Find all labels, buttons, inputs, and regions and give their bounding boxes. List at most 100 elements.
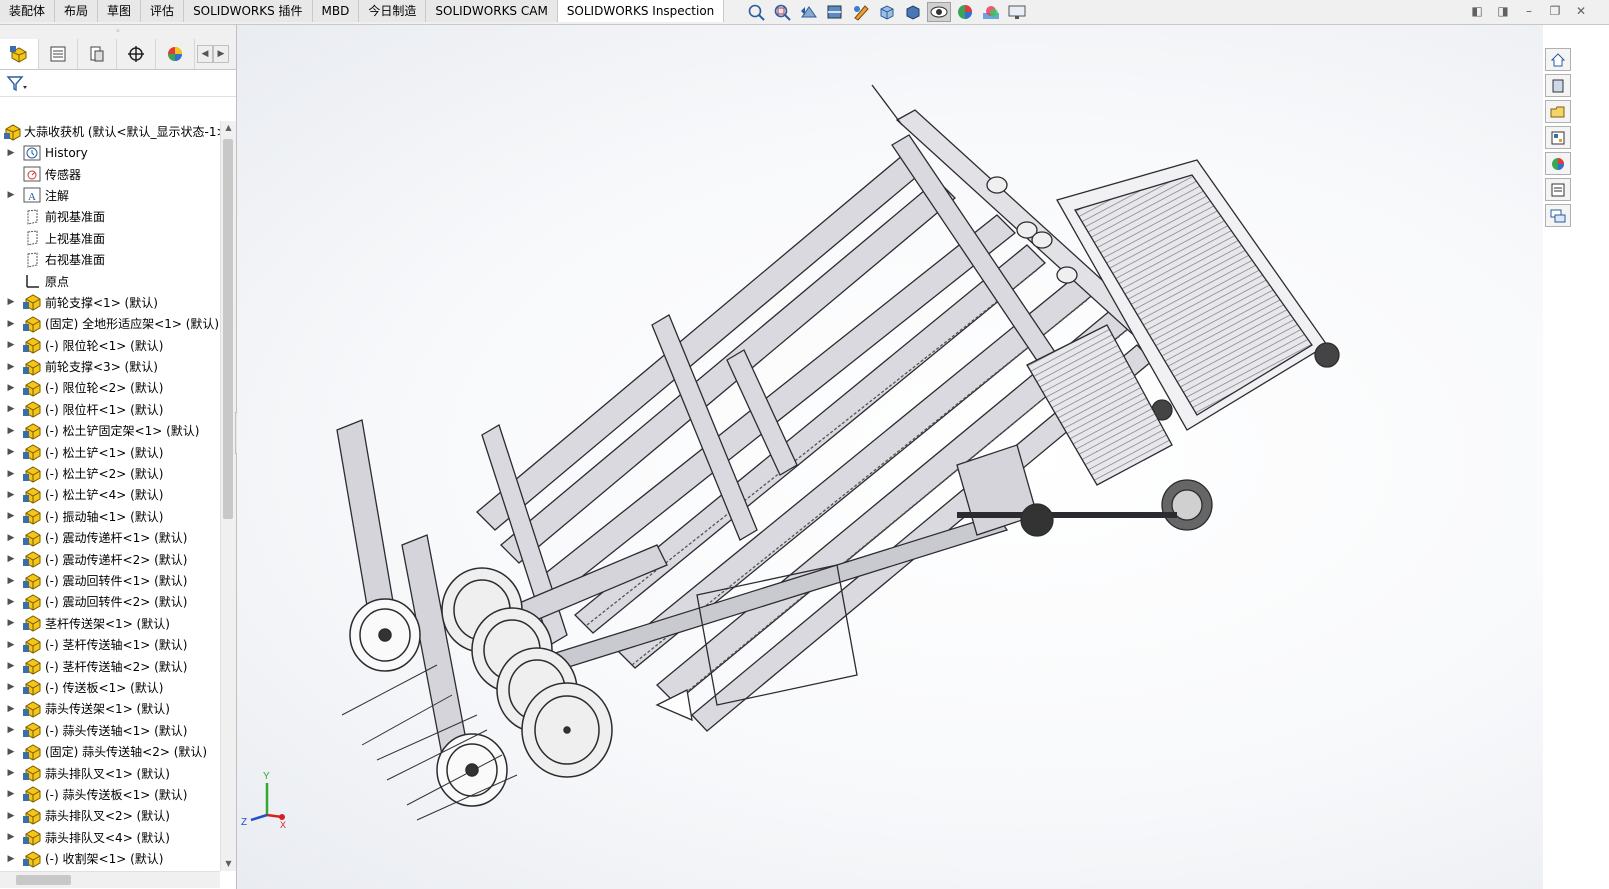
tree-vertical-scrollbar[interactable]: ▲ ▼ — [220, 121, 236, 871]
panel-grip-icon[interactable]: ◦ — [0, 25, 236, 39]
tree-item[interactable]: ▶ (-) 松土铲固定架<1> (默认) — [0, 420, 220, 441]
apply-scene-icon[interactable] — [979, 2, 1003, 22]
expand-arrow-icon[interactable]: ▶ — [4, 704, 18, 714]
dynamic-annotation-icon[interactable] — [849, 2, 873, 22]
expand-arrow-icon[interactable]: ▶ — [4, 618, 18, 628]
tree-item[interactable]: ▶ 前轮支撑<3> (默认) — [0, 356, 220, 377]
home-icon[interactable] — [1545, 48, 1571, 71]
graphics-area[interactable]: Y Z X — [237, 25, 1543, 889]
expand-arrow-icon[interactable]: ▶ — [4, 340, 18, 350]
restore-icon[interactable]: ❐ — [1547, 3, 1563, 19]
hscroll-thumb[interactable] — [16, 875, 71, 885]
tree-root-assembly[interactable]: 大蒜收获机 (默认<默认_显示状态-1>) — [0, 121, 220, 142]
tree-item[interactable]: 传感器 — [0, 163, 220, 184]
expand-arrow-icon[interactable]: ▶ — [4, 319, 18, 329]
tree-item[interactable]: ▶ 蒜头传送架<1> (默认) — [0, 698, 220, 719]
tree-horizontal-scrollbar[interactable] — [0, 871, 220, 888]
property-manager-tab-icon[interactable] — [39, 39, 78, 69]
tree-item[interactable]: ▶ (-) 震动回转件<2> (默认) — [0, 591, 220, 612]
close-icon[interactable]: ✕ — [1573, 3, 1589, 19]
expand-arrow-icon[interactable]: ▶ — [4, 426, 18, 436]
expand-arrow-icon[interactable]: ▶ — [4, 533, 18, 543]
tree-item[interactable]: ▶ 蒜头排队叉<2> (默认) — [0, 805, 220, 826]
tab-sketch[interactable]: 草图 — [98, 0, 142, 22]
design-library-icon[interactable] — [1545, 74, 1571, 97]
expand-arrow-icon[interactable]: ▶ — [4, 811, 18, 821]
tree-item[interactable]: ▶ (-) 蒜头传送轴<1> (默认) — [0, 720, 220, 741]
tree-item[interactable]: 上视基准面 — [0, 228, 220, 249]
scroll-right-icon[interactable]: ▶ — [213, 45, 229, 63]
appearances-icon[interactable] — [1545, 152, 1571, 175]
tree-item[interactable]: ▶ (-) 震动传递杆<2> (默认) — [0, 548, 220, 569]
tree-filter[interactable] — [0, 70, 236, 97]
tree-item[interactable]: ▶ (-) 震动回转件<1> (默认) — [0, 570, 220, 591]
scroll-up-icon[interactable]: ▲ — [221, 121, 236, 135]
expand-arrow-icon[interactable]: ▶ — [4, 148, 18, 158]
expand-arrow-icon[interactable]: ▶ — [4, 383, 18, 393]
tree-item[interactable]: ▶ 蒜头排队叉<1> (默认) — [0, 762, 220, 783]
expand-arrow-icon[interactable]: ▶ — [4, 297, 18, 307]
tile-left-icon[interactable]: ◧ — [1469, 3, 1485, 19]
expand-arrow-icon[interactable]: ▶ — [4, 789, 18, 799]
display-manager-tab-icon[interactable] — [156, 39, 195, 69]
tree-item[interactable]: ▶ (-) 限位轮<1> (默认) — [0, 335, 220, 356]
zoom-to-area-icon[interactable] — [771, 2, 795, 22]
tree-item[interactable]: ▶ (-) 茎杆传送轴<1> (默认) — [0, 634, 220, 655]
tree-item[interactable]: ▶ (-) 震动传递杆<1> (默认) — [0, 527, 220, 548]
tree-item[interactable]: ▶ (-) 限位轮<2> (默认) — [0, 377, 220, 398]
previous-view-icon[interactable] — [797, 2, 821, 22]
tree-item[interactable]: ▶ (固定) 全地形适应架<1> (默认) — [0, 313, 220, 334]
tab-cam[interactable]: SOLIDWORKS CAM — [426, 0, 558, 22]
expand-arrow-icon[interactable]: ▶ — [4, 511, 18, 521]
forum-icon[interactable] — [1545, 204, 1571, 227]
expand-arrow-icon[interactable]: ▶ — [4, 404, 18, 414]
expand-arrow-icon[interactable]: ▶ — [4, 682, 18, 692]
expand-arrow-icon[interactable]: ▶ — [4, 190, 18, 200]
tree-item[interactable]: ▶ History — [0, 142, 220, 163]
tree-item[interactable]: ▶ (-) 松土铲<1> (默认) — [0, 441, 220, 462]
expand-arrow-icon[interactable]: ▶ — [4, 490, 18, 500]
tree-item[interactable]: ▶ (-) 限位杆<1> (默认) — [0, 399, 220, 420]
tab-addins[interactable]: SOLIDWORKS 插件 — [184, 0, 313, 22]
tree-item[interactable]: ▶ 蒜头排队叉<4> (默认) — [0, 827, 220, 848]
filter-icon[interactable] — [6, 74, 28, 92]
expand-arrow-icon[interactable]: ▶ — [4, 640, 18, 650]
tree-item[interactable]: 原点 — [0, 270, 220, 291]
expand-arrow-icon[interactable]: ▶ — [4, 747, 18, 757]
tile-right-icon[interactable]: ◨ — [1495, 3, 1511, 19]
scroll-left-icon[interactable]: ◀ — [197, 45, 213, 63]
expand-arrow-icon[interactable]: ▶ — [4, 854, 18, 864]
tree-item[interactable]: ▶ (-) 振动轴<1> (默认) — [0, 506, 220, 527]
feature-manager-tab-icon[interactable] — [0, 39, 39, 69]
expand-arrow-icon[interactable]: ▶ — [4, 768, 18, 778]
dimxpert-tab-icon[interactable] — [117, 39, 156, 69]
edit-appearance-icon[interactable] — [953, 2, 977, 22]
tree-item[interactable]: ▶ (-) 松土铲<2> (默认) — [0, 463, 220, 484]
tree-item[interactable]: ▶ (-) 传送板<1> (默认) — [0, 677, 220, 698]
scroll-down-icon[interactable]: ▼ — [221, 857, 236, 871]
tree-item[interactable]: ▶ (-) 收割架<1> (默认) — [0, 848, 220, 869]
tab-evaluate[interactable]: 评估 — [141, 0, 185, 22]
tab-assembly[interactable]: 装配体 — [0, 0, 56, 22]
view-settings-icon[interactable] — [1005, 2, 1029, 22]
view-orientation-icon[interactable] — [875, 2, 899, 22]
display-style-icon[interactable] — [901, 2, 925, 22]
expand-arrow-icon[interactable]: ▶ — [4, 576, 18, 586]
hide-show-items-icon[interactable] — [927, 2, 951, 22]
configuration-manager-tab-icon[interactable] — [78, 39, 117, 69]
expand-arrow-icon[interactable]: ▶ — [4, 554, 18, 564]
expand-arrow-icon[interactable]: ▶ — [4, 447, 18, 457]
tree-item[interactable]: ▶ (-) 松土铲<4> (默认) — [0, 484, 220, 505]
tree-item[interactable]: ▶ A 注解 — [0, 185, 220, 206]
file-explorer-icon[interactable] — [1545, 100, 1571, 123]
expand-arrow-icon[interactable]: ▶ — [4, 725, 18, 735]
section-view-icon[interactable] — [823, 2, 847, 22]
zoom-to-fit-icon[interactable] — [745, 2, 769, 22]
tree-item[interactable]: ▶ (-) 蒜头传送板<1> (默认) — [0, 784, 220, 805]
tab-inspection[interactable]: SOLIDWORKS Inspection — [557, 0, 725, 22]
expand-arrow-icon[interactable]: ▶ — [4, 362, 18, 372]
tree-item[interactable]: 右视基准面 — [0, 249, 220, 270]
tree-item[interactable]: ▶ 茎杆传送架<1> (默认) — [0, 613, 220, 634]
expand-arrow-icon[interactable]: ▶ — [4, 832, 18, 842]
view-palette-icon[interactable] — [1545, 126, 1571, 149]
